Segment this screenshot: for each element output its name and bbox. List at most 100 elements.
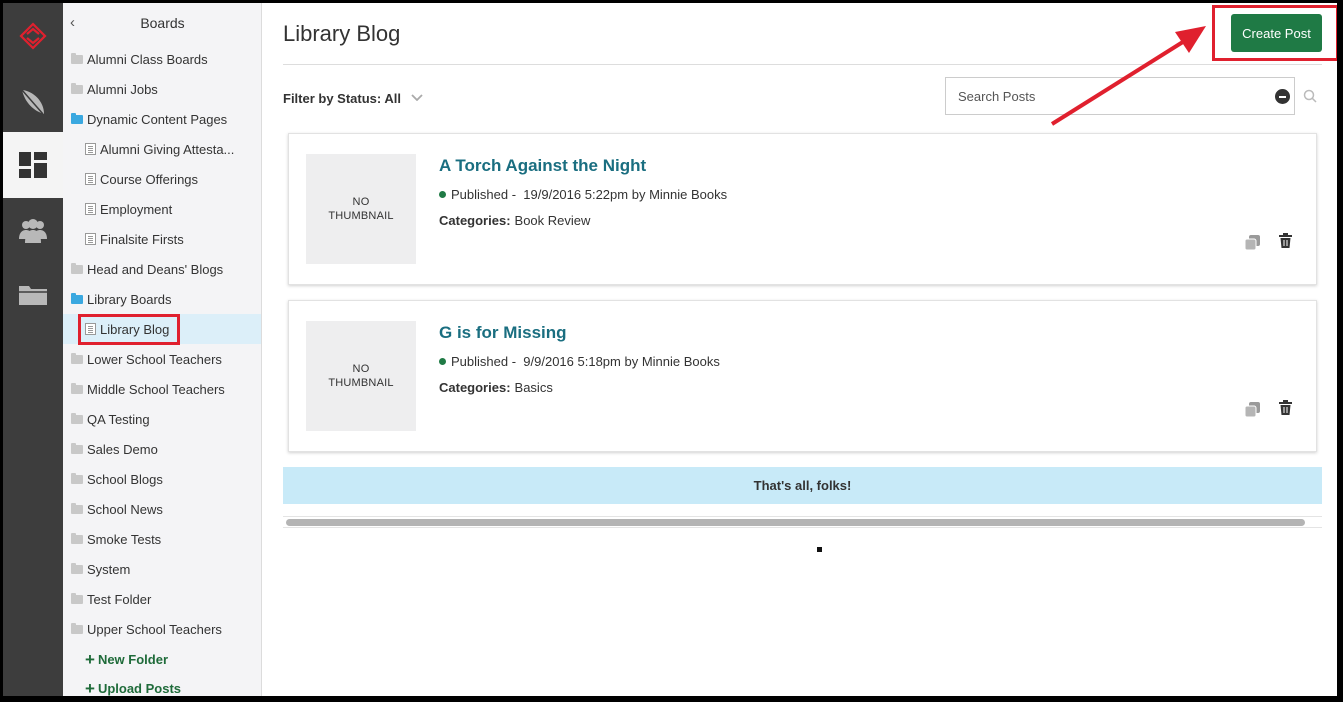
logo-icon[interactable]	[3, 3, 63, 69]
sidebar-item[interactable]: Alumni Giving Attesta...	[63, 134, 261, 164]
page-icon	[85, 143, 96, 155]
sidebar-item-label: Lower School Teachers	[87, 351, 222, 367]
upload-posts-button[interactable]: + Upload Posts	[85, 679, 181, 696]
sidebar-item[interactable]: Test Folder	[63, 584, 261, 614]
copy-icon[interactable]	[1244, 402, 1260, 422]
search-icon[interactable]	[1303, 89, 1317, 108]
post-by: by	[631, 187, 646, 202]
sidebar-item-label: Alumni Jobs	[87, 81, 158, 97]
sidebar-item[interactable]: Upper School Teachers	[63, 614, 261, 644]
status-filter-label: Filter by Status: All	[283, 91, 401, 106]
categories-label: Categories:	[439, 213, 511, 228]
plus-icon: +	[85, 679, 95, 696]
plus-icon: +	[85, 650, 95, 669]
horizontal-scrollbar[interactable]	[283, 516, 1322, 528]
folder-icon	[71, 502, 83, 514]
page-title: Library Blog	[283, 21, 401, 46]
end-of-list-banner: That's all, folks!	[283, 467, 1322, 504]
sidebar-item-label: Smoke Tests	[87, 531, 162, 547]
sidebar-header: ‹ Boards	[63, 3, 261, 41]
folder-icon	[71, 352, 83, 364]
new-folder-button[interactable]: + New Folder	[85, 650, 168, 670]
trash-icon[interactable]	[1279, 400, 1292, 420]
annotation-highlight-box	[78, 314, 180, 345]
main-content: Library Blog Create Post Filter by Statu…	[263, 3, 1337, 696]
categories-value: Book Review	[514, 213, 591, 228]
sidebar-item[interactable]: Employment	[63, 194, 261, 224]
categories-value: Basics	[514, 380, 553, 395]
sidebar-item[interactable]: Dynamic Content Pages	[63, 104, 261, 134]
trash-icon[interactable]	[1279, 233, 1292, 253]
post-author: Minnie Books	[649, 187, 728, 202]
sidebar-item[interactable]: School News	[63, 494, 261, 524]
loading-indicator	[817, 547, 822, 552]
clear-search-icon[interactable]	[1275, 89, 1290, 104]
post-author: Minnie Books	[641, 354, 720, 369]
sidebar-item[interactable]: Lower School Teachers	[63, 344, 261, 374]
folder-icon[interactable]	[3, 261, 63, 327]
sidebar-item-label: Sales Demo	[87, 441, 158, 457]
page-icon	[85, 233, 96, 245]
app-window: ‹ Boards Alumni Class Boards Alumni Jobs D…	[3, 3, 1337, 696]
status-dot-icon	[439, 191, 446, 198]
sidebar-item-label: Test Folder	[87, 591, 152, 607]
folder-icon	[71, 52, 83, 64]
folder-icon	[71, 412, 83, 424]
post-meta: Published - 19/9/2016 5:22pm by Minnie B…	[439, 187, 727, 202]
folder-icon	[71, 472, 83, 484]
sidebar-item[interactable]: QA Testing	[63, 404, 261, 434]
thumbnail-placeholder-text: NO THUMBNAIL	[328, 363, 394, 389]
sidebar-item[interactable]: System	[63, 554, 261, 584]
post-status: Published -	[451, 187, 517, 202]
page-icon	[85, 203, 96, 215]
thumbnail-placeholder-text: NO THUMBNAIL	[328, 196, 394, 222]
folder-icon	[71, 532, 83, 544]
chevron-down-icon	[410, 89, 423, 104]
post-date: 19/9/2016 5:22pm	[523, 187, 629, 202]
categories-label: Categories:	[439, 380, 511, 395]
post-title-link[interactable]: G is for Missing	[439, 323, 567, 343]
post-status: Published -	[451, 354, 517, 369]
folder-icon	[71, 292, 83, 304]
sidebar-item[interactable]: Alumni Class Boards	[63, 44, 261, 74]
post-card: NO THUMBNAIL A Torch Against the Night Pub…	[288, 133, 1317, 285]
sidebar-item-label: Head and Deans' Blogs	[87, 261, 224, 277]
status-filter-dropdown[interactable]: Filter by Status: All	[283, 89, 423, 106]
sidebar-item[interactable]: Smoke Tests	[63, 524, 261, 554]
sidebar-item[interactable]: Finalsite Firsts	[63, 224, 261, 254]
sidebar-item-label: Employment	[100, 201, 173, 217]
folder-icon	[71, 622, 83, 634]
sidebar-item[interactable]: Course Offerings	[63, 164, 261, 194]
post-thumbnail: NO THUMBNAIL	[306, 321, 416, 431]
sidebar-item[interactable]: School Blogs	[63, 464, 261, 494]
post-meta: Published - 9/9/2016 5:18pm by Minnie Bo…	[439, 354, 720, 369]
divider	[283, 64, 1322, 65]
scrollbar-thumb[interactable]	[286, 519, 1305, 526]
dashboard-icon[interactable]	[3, 132, 63, 198]
post-categories: Categories: Basics	[439, 380, 553, 395]
users-icon[interactable]	[3, 198, 63, 264]
sidebar-item-label: Alumni Giving Attesta...	[100, 141, 235, 157]
folder-icon	[71, 112, 83, 124]
new-folder-label: New Folder	[97, 652, 169, 667]
sidebar-item[interactable]: Head and Deans' Blogs	[63, 254, 261, 284]
copy-icon[interactable]	[1244, 235, 1260, 255]
sidebar-item-label: Library Boards	[87, 291, 172, 307]
post-date: 9/9/2016 5:18pm	[523, 354, 621, 369]
folder-icon	[71, 562, 83, 574]
sidebar-title: Boards	[140, 15, 185, 31]
post-categories: Categories: Book Review	[439, 213, 590, 228]
post-title-link[interactable]: A Torch Against the Night	[439, 156, 646, 176]
sidebar-item[interactable]: Library Boards	[63, 284, 261, 314]
sidebar-item-label: Course Offerings	[100, 171, 199, 187]
feather-icon[interactable]	[3, 69, 63, 135]
sidebar-item[interactable]: Sales Demo	[63, 434, 261, 464]
search-input[interactable]	[946, 78, 1246, 114]
post-card: NO THUMBNAIL G is for Missing Published - …	[288, 300, 1317, 452]
sidebar-item[interactable]: Alumni Jobs	[63, 74, 261, 104]
sidebar-item-label: Alumni Class Boards	[87, 51, 208, 67]
annotation-highlight-box	[1212, 5, 1337, 61]
sidebar-item[interactable]: Middle School Teachers	[63, 374, 261, 404]
folder-icon	[71, 442, 83, 454]
folder-icon	[71, 382, 83, 394]
